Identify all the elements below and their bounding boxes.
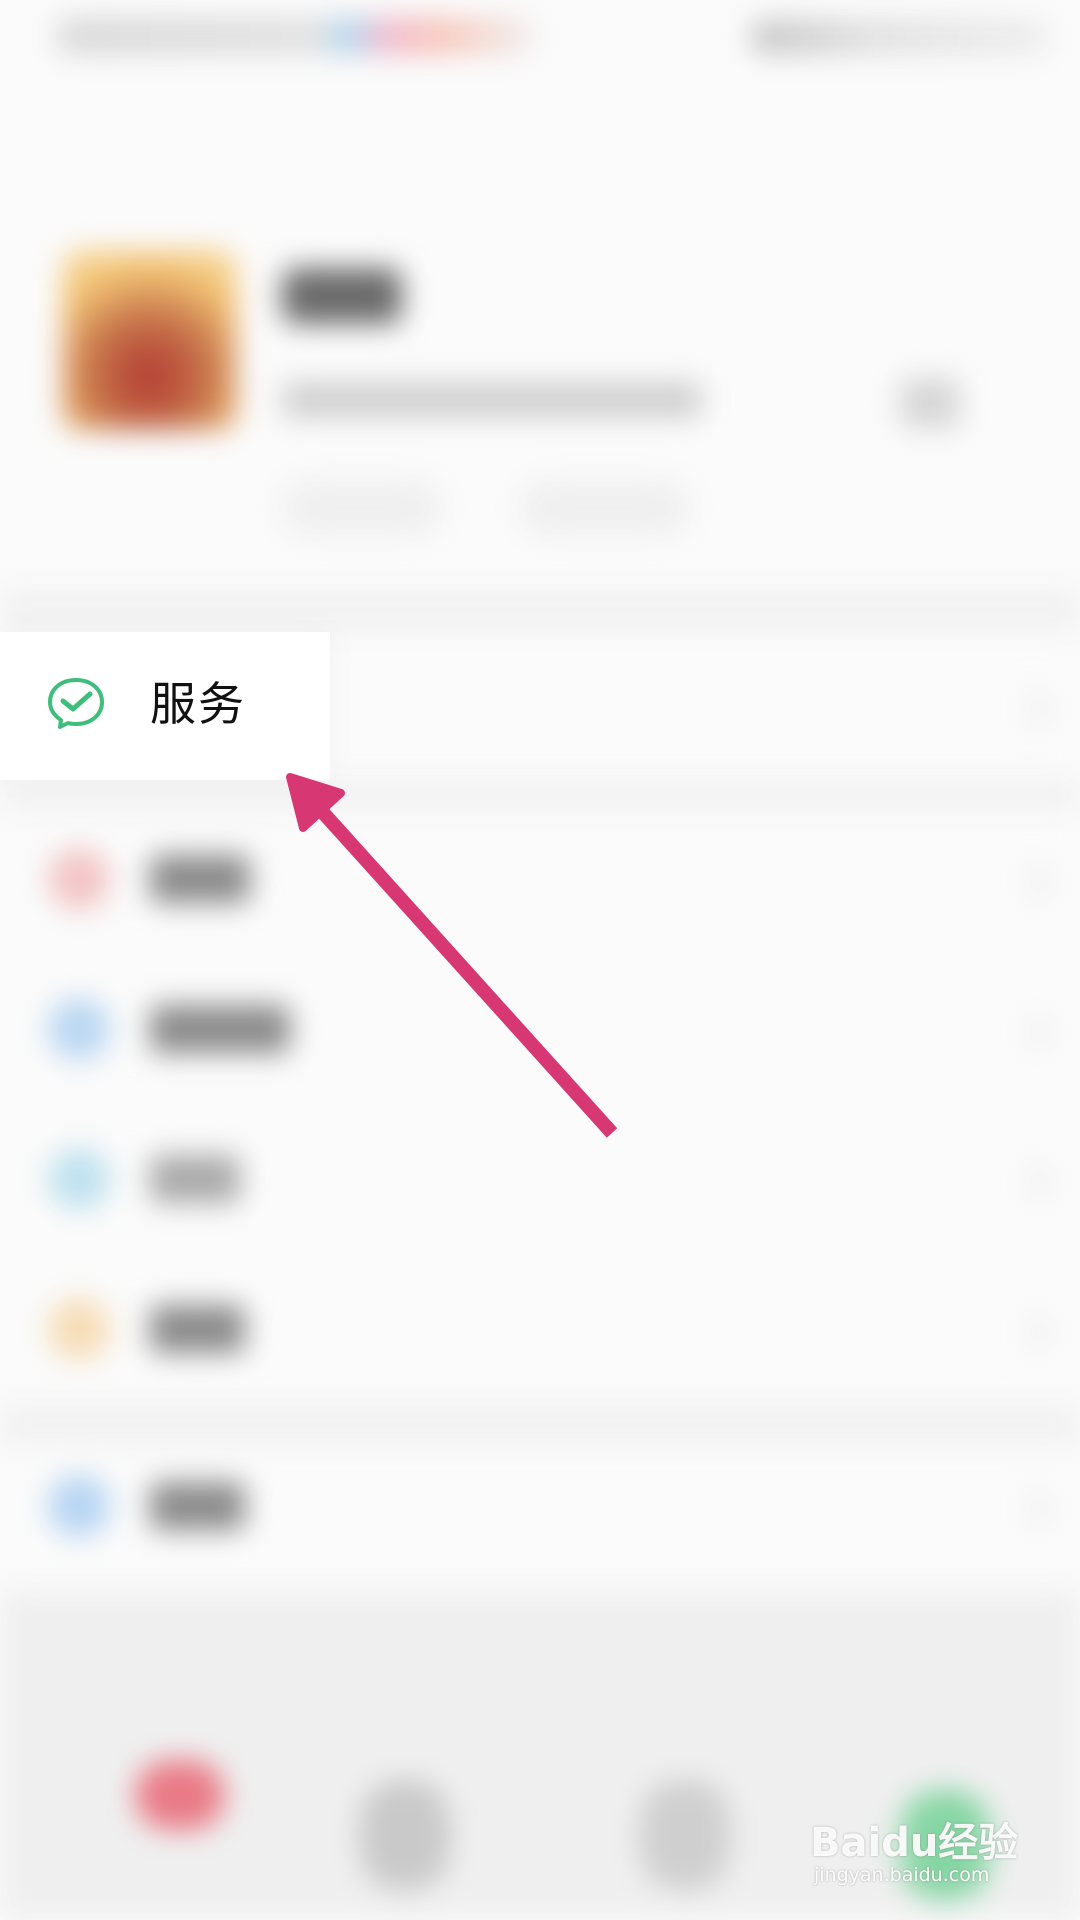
row-icon bbox=[48, 848, 110, 910]
watermark-url: jingyan.baidu.com bbox=[814, 1864, 990, 1886]
watermark-brand: Baidu经验 bbox=[810, 1820, 1019, 1866]
section-divider bbox=[0, 590, 1080, 632]
baidu-jingyan-watermark: Baidu经验 jingyan.baidu.com bbox=[810, 1810, 1020, 1900]
chevron-right-icon bbox=[1011, 862, 1051, 902]
row-label-blurred[interactable] bbox=[150, 1155, 240, 1203]
wechat-me-screen: 服务 Baidu经验 jingyan.baidu.com bbox=[0, 0, 1080, 1920]
section-divider bbox=[0, 1405, 1080, 1445]
row-label-blurred[interactable] bbox=[150, 1305, 245, 1353]
service-label: 服务 bbox=[150, 677, 246, 731]
status-bar-right bbox=[750, 20, 1050, 54]
section-divider bbox=[0, 780, 1080, 810]
row-label-blurred[interactable] bbox=[150, 1005, 290, 1053]
service-menu-item[interactable]: 服务 bbox=[0, 632, 330, 780]
qr-code-icon[interactable] bbox=[900, 378, 960, 428]
row-label-blurred[interactable] bbox=[150, 1482, 245, 1530]
chevron-right-icon bbox=[1011, 1162, 1051, 1202]
tab-chats[interactable] bbox=[135, 1760, 225, 1830]
wechat-pay-check-icon bbox=[48, 678, 104, 729]
row-icon bbox=[48, 1298, 110, 1360]
row-icon bbox=[48, 998, 110, 1060]
tab-contacts[interactable] bbox=[360, 1780, 450, 1890]
chevron-right-icon bbox=[1011, 1012, 1051, 1052]
tab-discover[interactable] bbox=[640, 1780, 730, 1890]
row-label-blurred[interactable] bbox=[150, 855, 250, 903]
status-pill[interactable] bbox=[520, 480, 690, 536]
chevron-right-icon bbox=[1011, 1489, 1051, 1529]
chevron-right-icon bbox=[1011, 1312, 1051, 1352]
chevron-right-icon bbox=[1011, 689, 1051, 729]
avatar[interactable] bbox=[62, 250, 237, 430]
profile-name-blurred bbox=[282, 268, 402, 324]
status-pill[interactable] bbox=[282, 480, 442, 536]
status-bar-left bbox=[55, 18, 535, 54]
row-icon bbox=[48, 1148, 110, 1210]
row-icon bbox=[48, 1475, 110, 1537]
profile-id-blurred bbox=[282, 382, 702, 418]
blurred-background bbox=[0, 0, 1080, 1920]
